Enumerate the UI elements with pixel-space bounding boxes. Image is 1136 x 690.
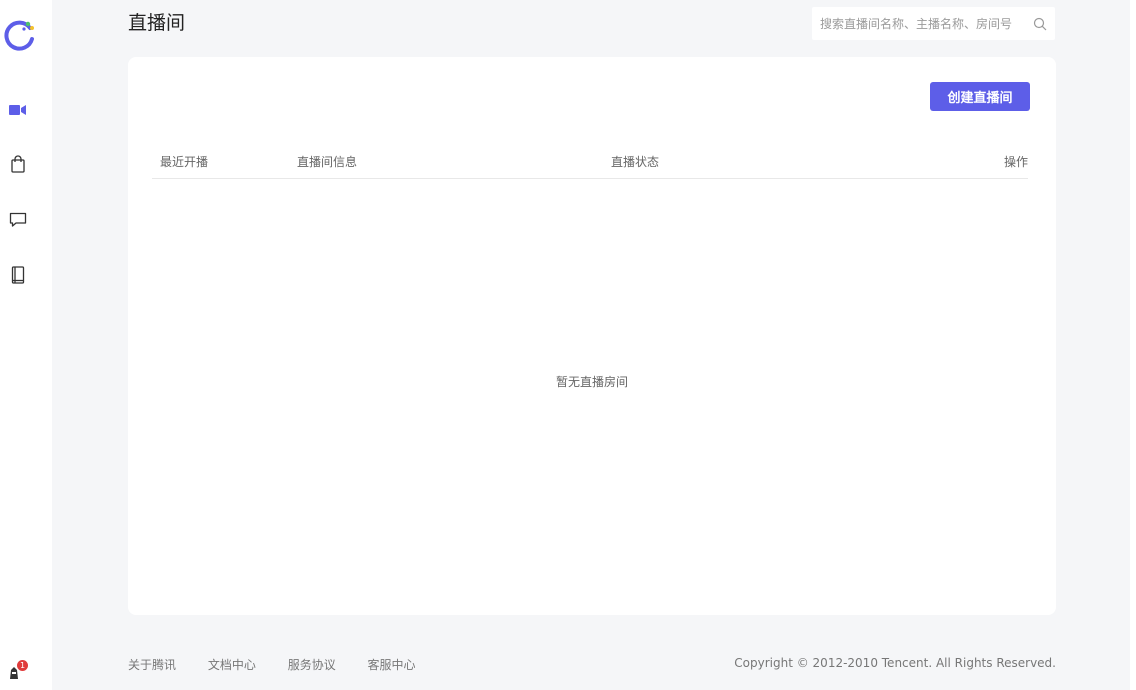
video-camera-icon [9, 101, 27, 120]
right-edge [1130, 0, 1136, 690]
search-box [812, 7, 1055, 40]
search-icon[interactable] [1033, 16, 1047, 31]
create-live-room-button[interactable]: 创建直播间 [930, 82, 1030, 111]
footer-link-about[interactable]: 关于腾讯 [128, 658, 176, 672]
column-header-action: 操作 [1003, 155, 1028, 169]
column-header-recent: 最近开播 [160, 155, 209, 169]
empty-state-text: 暂无直播房间 [555, 375, 628, 389]
notification-badge: 1 [17, 660, 28, 671]
sidebar-item-live[interactable] [8, 100, 28, 120]
page-title: 直播间 [128, 12, 186, 34]
footer-links: 关于腾讯 文档中心 服务协议 客服中心 [128, 656, 444, 673]
chat-bubble-icon [9, 212, 27, 232]
sidebar-item-docs[interactable] [8, 266, 28, 288]
logo-icon[interactable] [3, 17, 37, 51]
sidebar-item-messages[interactable] [8, 212, 28, 232]
search-input[interactable] [820, 16, 1030, 31]
table-header: 最近开播 直播间信息 直播状态 操作 [152, 143, 1028, 179]
sidebar-item-shop[interactable] [8, 155, 28, 177]
footer-link-terms[interactable]: 服务协议 [288, 658, 336, 672]
sidebar: 1 [0, 0, 52, 690]
copyright-text: Copyright © 2012-2010 Tencent. All Right… [734, 656, 1056, 670]
column-header-info: 直播间信息 [297, 155, 358, 169]
column-header-status: 直播状态 [611, 155, 660, 169]
footer-link-support[interactable]: 客服中心 [368, 658, 416, 672]
live-room-card: 创建直播间 最近开播 直播间信息 直播状态 操作 暂无直播房间 [128, 57, 1056, 615]
user-avatar[interactable]: 1 [8, 660, 30, 681]
shopping-bag-icon [10, 155, 26, 177]
book-icon [11, 266, 25, 288]
footer-link-docs[interactable]: 文档中心 [208, 658, 256, 672]
